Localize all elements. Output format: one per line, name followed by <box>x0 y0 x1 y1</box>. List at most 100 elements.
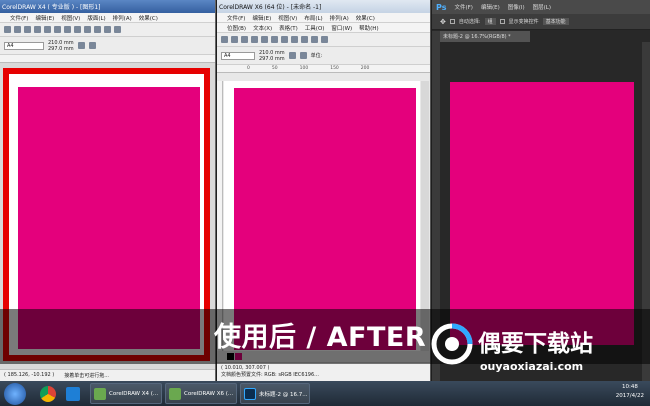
menu-arrange[interactable]: 排列(A) <box>113 14 132 22</box>
horizontal-ruler <box>0 55 215 63</box>
page-dimensions: 210.0 mm 297.0 mm <box>259 50 285 62</box>
watermark-logo-icon <box>431 323 473 365</box>
chrome-icon[interactable] <box>40 385 56 402</box>
menu-bitmaps[interactable]: 位图(B) <box>227 24 246 32</box>
taskbar-item-coreldraw-x6[interactable]: CorelDRAW X6 (... <box>165 383 237 404</box>
auto-select-checkbox[interactable] <box>449 19 455 24</box>
zoom-icon[interactable] <box>114 26 121 33</box>
menu-bar: 文件(F) 编辑(E) 视图(V) 布局(L) 排列(A) 效果(C) <box>217 13 430 23</box>
pinned-app-icon[interactable] <box>66 386 80 401</box>
page-height-field[interactable]: 297.0 mm <box>48 46 74 52</box>
portrait-icon[interactable] <box>77 42 85 49</box>
menu-file[interactable]: 文件(F) <box>10 14 28 22</box>
units-label: 单位: <box>310 53 323 59</box>
menu-view[interactable]: 视图(V) <box>61 14 80 22</box>
move-tool-icon[interactable]: ✥ <box>440 18 446 26</box>
import-icon[interactable] <box>94 26 101 33</box>
menu-bar-row2: 位图(B) 文本(X) 表格(T) 工具(O) 窗口(W) 帮助(H) <box>217 23 430 33</box>
auto-select-dropdown[interactable]: 组 <box>484 18 496 25</box>
ruler-tick: 100 <box>299 66 309 71</box>
export-icon[interactable] <box>311 36 318 43</box>
menu-arrange[interactable]: 排列(A) <box>330 14 349 22</box>
save-icon[interactable] <box>241 36 248 43</box>
menu-layout[interactable]: 版面(L) <box>87 14 105 22</box>
watermark-text: 偶要下载站 <box>478 331 593 357</box>
menu-effects[interactable]: 效果(C) <box>356 14 375 22</box>
menu-effects[interactable]: 效果(C) <box>139 14 158 22</box>
menu-window[interactable]: 窗口(W) <box>331 24 352 32</box>
portrait-icon[interactable] <box>288 52 296 59</box>
save-icon[interactable] <box>24 26 31 33</box>
cursor-coordinates: ( 185.126, -10.192 ) <box>4 372 55 378</box>
ps-logo: Ps <box>436 2 447 12</box>
task-label: 未标题-2 @ 16.7... <box>259 391 308 398</box>
menu-file[interactable]: 文件(F) <box>454 3 472 11</box>
open-icon[interactable] <box>231 36 238 43</box>
zoom-icon[interactable] <box>321 36 328 43</box>
copy-icon[interactable] <box>261 36 268 43</box>
caption-text: 使用后 / AFTER <box>214 322 427 353</box>
auto-select-label: 自动选择: <box>458 19 481 25</box>
window-title: CorelDRAW X6 (64 位) - [未命名 -1] <box>219 4 322 11</box>
photoshop-icon <box>244 387 256 400</box>
menu-edit[interactable]: 编辑(E) <box>252 14 271 22</box>
horizontal-ruler: 0 50 100 150 200 <box>217 65 430 73</box>
magenta-document <box>450 82 634 345</box>
copy-icon[interactable] <box>54 26 61 33</box>
coreldraw-icon <box>169 387 181 400</box>
clock-date: 2017/4/22 <box>615 393 644 399</box>
paste-icon[interactable] <box>64 26 71 33</box>
menu-edit[interactable]: 编辑(E) <box>35 14 54 22</box>
menu-table[interactable]: 表格(T) <box>279 24 298 32</box>
window-titlebar[interactable]: CorelDRAW X6 (64 位) - [未命名 -1] <box>217 0 430 13</box>
standard-toolbar <box>0 23 215 37</box>
menu-image[interactable]: 图像(I) <box>508 3 525 11</box>
window-title: CorelDRAW X4 ( 专业版 ) - [图形1] <box>2 4 101 11</box>
undo-icon[interactable] <box>74 26 81 33</box>
menu-view[interactable]: 视图(V) <box>278 14 297 22</box>
menu-help[interactable]: 帮助(H) <box>359 24 378 32</box>
menu-tools[interactable]: 工具(O) <box>305 24 325 32</box>
print-icon[interactable] <box>34 26 41 33</box>
redo-icon[interactable] <box>291 36 298 43</box>
taskbar-item-coreldraw-x4[interactable]: CorelDRAW X4 (... <box>90 383 162 404</box>
task-label: CorelDRAW X4 (... <box>109 390 159 397</box>
new-icon[interactable] <box>4 26 11 33</box>
cut-icon[interactable] <box>44 26 51 33</box>
taskbar-item-photoshop[interactable]: 未标题-2 @ 16.7... <box>240 383 310 404</box>
status-bar: ( 185.126, -10.192 ) 接着单击可进行拖... <box>0 369 215 381</box>
paste-icon[interactable] <box>271 36 278 43</box>
open-icon[interactable] <box>14 26 21 33</box>
start-button[interactable] <box>4 382 26 405</box>
import-icon[interactable] <box>301 36 308 43</box>
page-height-field[interactable]: 297.0 mm <box>259 56 285 62</box>
show-transform-checkbox[interactable] <box>499 19 505 24</box>
menu-layer[interactable]: 图层(L) <box>533 3 551 11</box>
page-dimensions: 210.0 mm 297.0 mm <box>48 40 74 52</box>
task-label: CorelDRAW X6 (... <box>184 390 234 397</box>
standard-toolbar <box>217 33 430 47</box>
cut-icon[interactable] <box>251 36 258 43</box>
menu-edit[interactable]: 编辑(E) <box>481 3 500 11</box>
ruler-tick: 150 <box>330 66 339 71</box>
paper-size-select[interactable]: A4 <box>4 41 44 50</box>
watermark: 偶要下载站 ouyaoxiazai.com <box>430 320 650 380</box>
document-tab[interactable]: 未标题-2 @ 16.7%(RGB/8) * <box>440 31 530 42</box>
menu-bar: 文件(F) 编辑(E) 视图(V) 版面(L) 排列(A) 效果(C) <box>0 13 215 23</box>
workspace-select[interactable]: 基本功能 <box>542 18 569 25</box>
menu-file[interactable]: 文件(F) <box>227 14 245 22</box>
ruler-tick: 200 <box>360 66 370 71</box>
show-transform-label: 显示变换控件 <box>508 19 539 25</box>
landscape-icon[interactable] <box>299 52 307 59</box>
menu-layout[interactable]: 布局(L) <box>304 14 322 22</box>
new-icon[interactable] <box>221 36 228 43</box>
status-message: 文档颜色预置文件: RGB: sRGB IEC6196... <box>221 372 319 378</box>
undo-icon[interactable] <box>281 36 288 43</box>
landscape-icon[interactable] <box>88 42 96 49</box>
export-icon[interactable] <box>104 26 111 33</box>
redo-icon[interactable] <box>84 26 91 33</box>
paper-size-select[interactable]: A4 <box>221 51 255 60</box>
clock[interactable]: 10:48 2017/4/22 <box>616 383 644 401</box>
menu-text[interactable]: 文本(X) <box>253 24 272 32</box>
window-titlebar[interactable]: CorelDRAW X4 ( 专业版 ) - [图形1] <box>0 0 215 13</box>
